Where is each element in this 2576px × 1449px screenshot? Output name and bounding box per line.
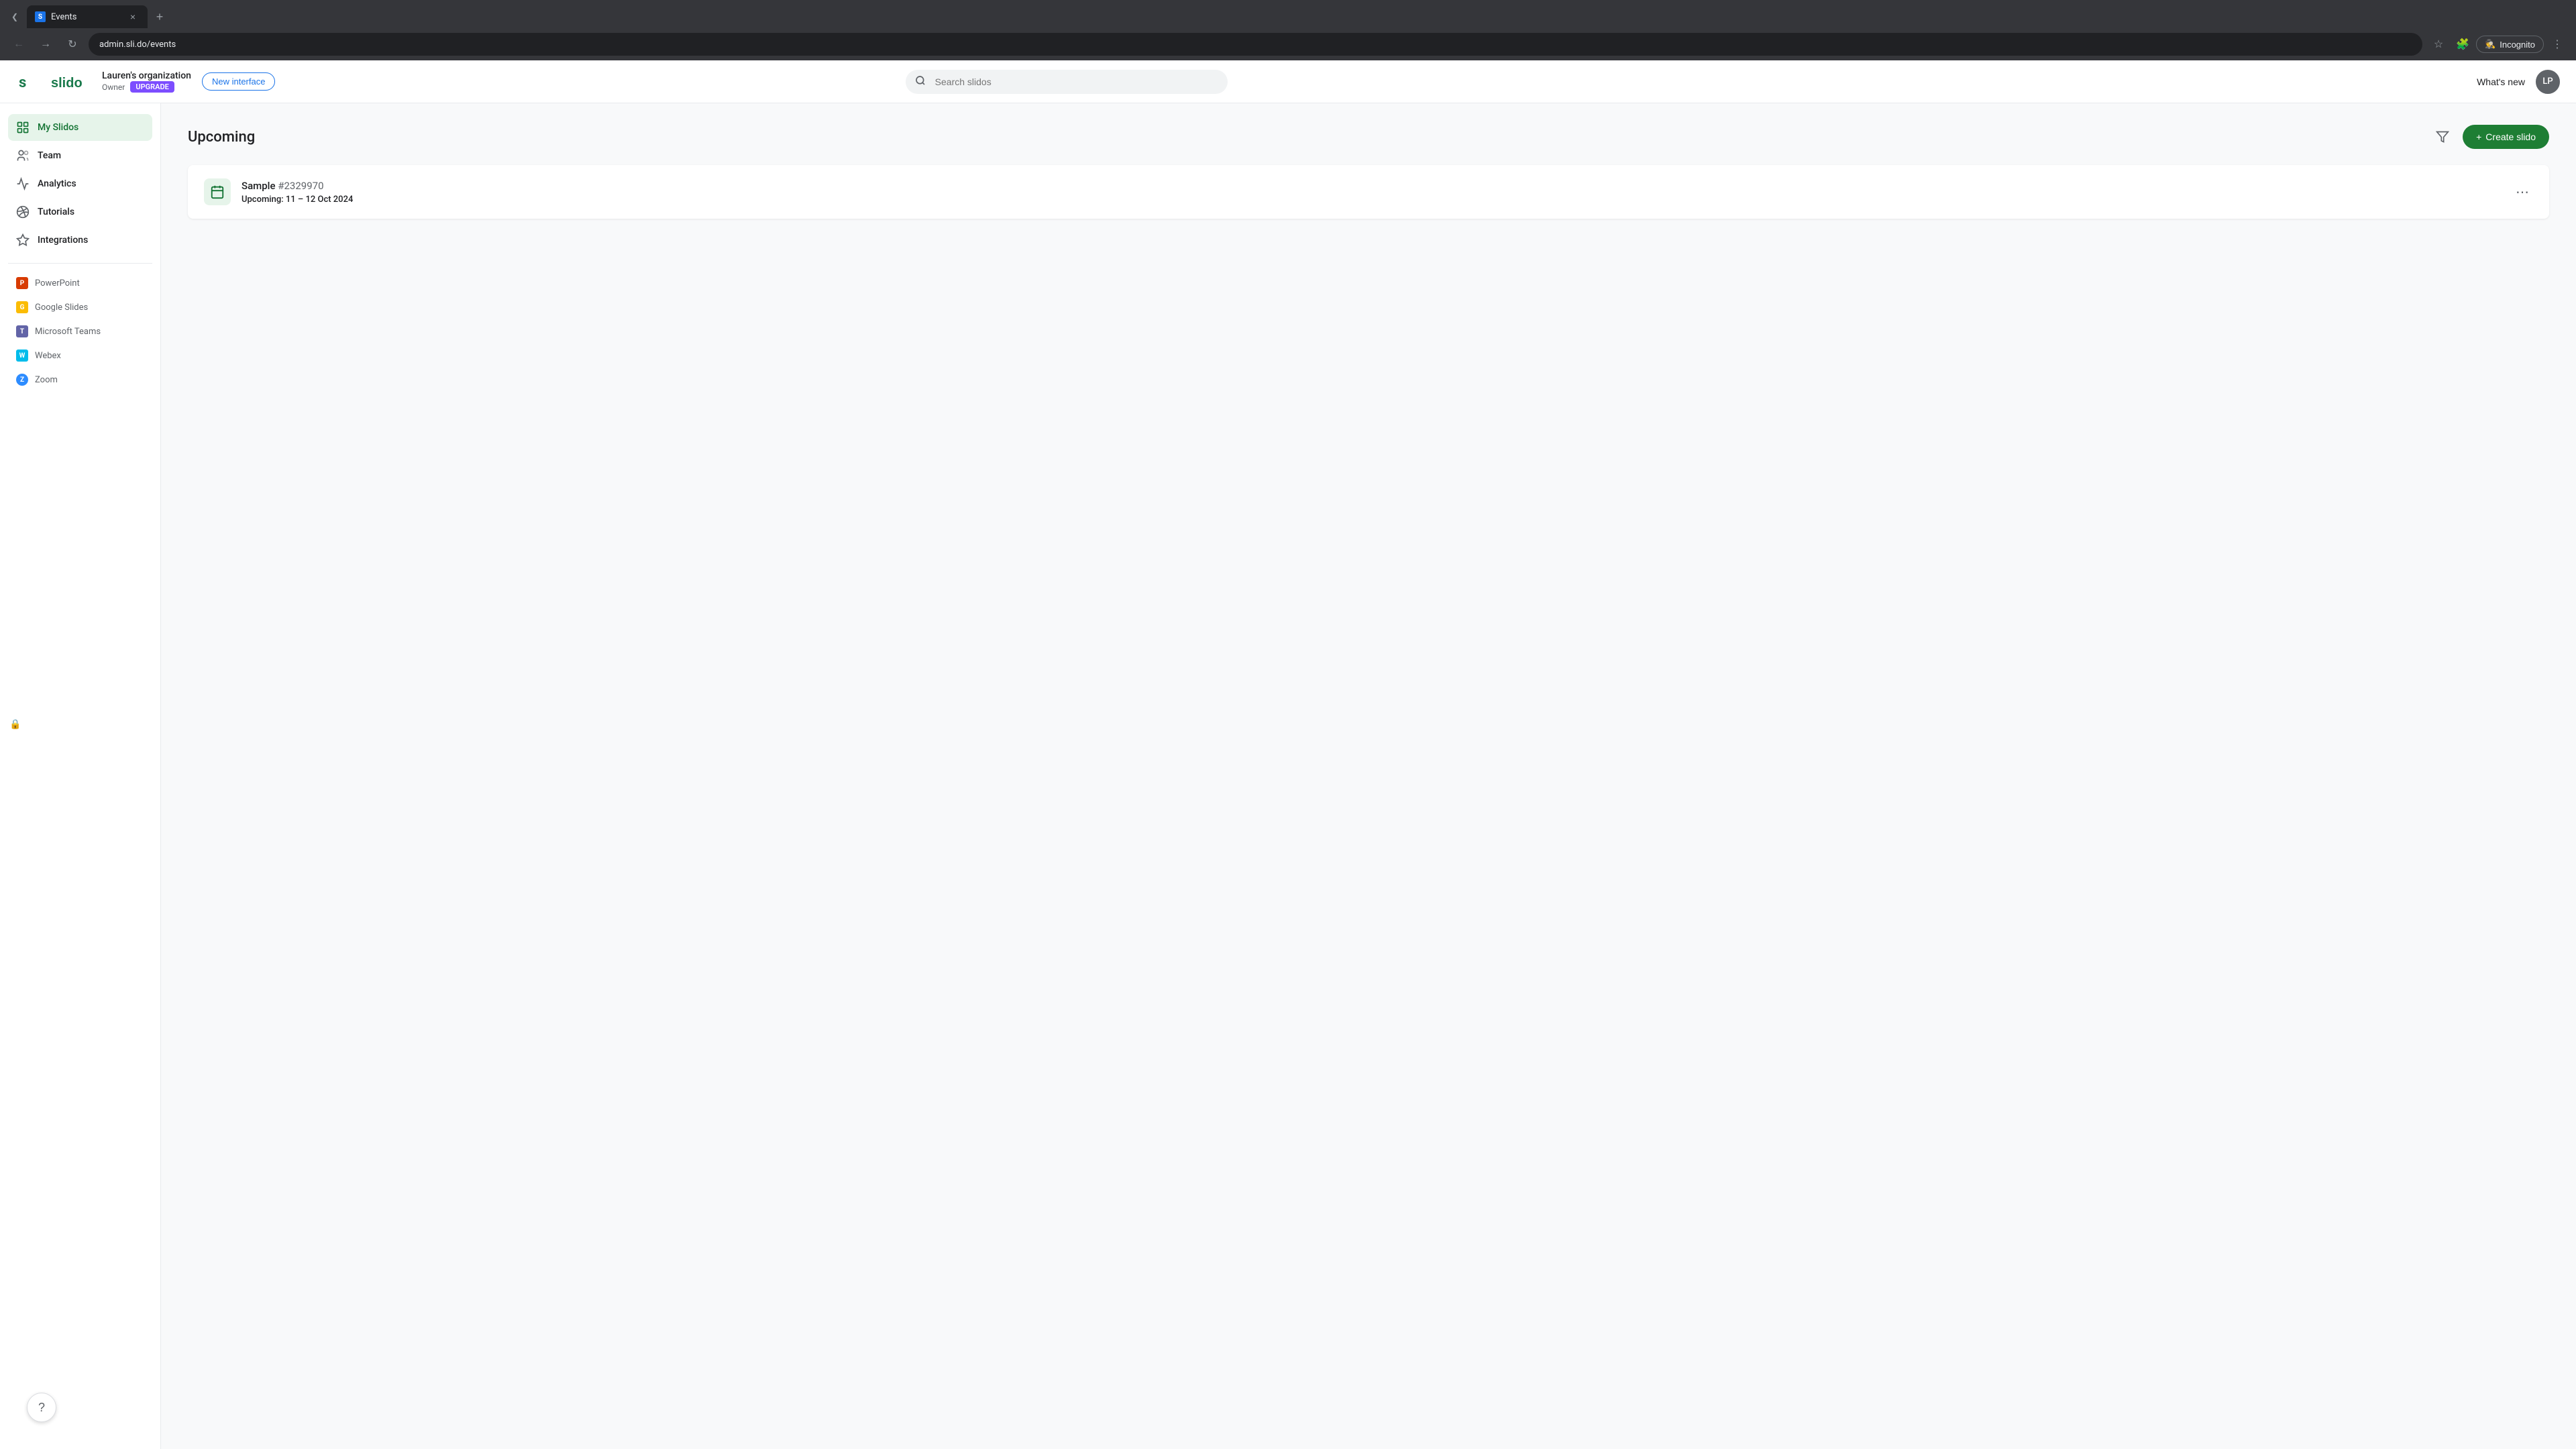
- integration-label: PowerPoint: [35, 278, 80, 288]
- event-more-button[interactable]: ⋯: [2512, 181, 2533, 203]
- sidebar-item-label: Team: [38, 150, 61, 161]
- svg-text:slido: slido: [51, 76, 83, 91]
- sidebar-item-label: Tutorials: [38, 207, 74, 217]
- webex-icon: W: [16, 350, 28, 362]
- reload-button[interactable]: ↻: [62, 34, 83, 55]
- logo[interactable]: s slido: [16, 68, 91, 95]
- search-icon: [915, 75, 926, 89]
- create-slido-button[interactable]: + Create slido: [2463, 125, 2549, 149]
- sidebar-divider: [8, 263, 152, 264]
- org-name: Lauren's organization: [102, 70, 191, 81]
- tab-close-button[interactable]: ×: [126, 10, 140, 23]
- tab-group-button[interactable]: ❮: [5, 7, 24, 26]
- tab-favicon: S: [35, 11, 46, 22]
- sidebar-item-analytics[interactable]: Analytics: [8, 170, 152, 197]
- main-content: Upcoming + Create slido: [161, 103, 2576, 1449]
- grid-icon: [16, 121, 30, 134]
- sidebar-item-my-slidos[interactable]: My Slidos: [8, 114, 152, 141]
- integration-label: Microsoft Teams: [35, 327, 101, 337]
- address-lock-icon: 🔒: [9, 719, 21, 730]
- forward-button[interactable]: →: [35, 34, 56, 55]
- sidebar-item-label: Integrations: [38, 235, 88, 246]
- event-calendar-icon: [204, 178, 231, 205]
- event-date: Upcoming: 11 – 12 Oct 2024: [241, 195, 2501, 205]
- create-slido-label: Create slido: [2485, 131, 2536, 142]
- upgrade-badge[interactable]: UPGRADE: [130, 81, 174, 93]
- plus-icon: +: [2476, 131, 2481, 142]
- search-bar: [906, 70, 1228, 94]
- browser-tab: S Events ×: [27, 5, 148, 28]
- avatar[interactable]: LP: [2536, 70, 2560, 94]
- filter-button[interactable]: [2430, 125, 2455, 149]
- back-button[interactable]: ←: [8, 34, 30, 55]
- integration-item-google-slides[interactable]: G Google Slides: [8, 296, 152, 319]
- sidebar-item-label: Analytics: [38, 178, 76, 189]
- org-info: Lauren's organization Owner UPGRADE: [102, 70, 191, 93]
- tutorials-icon: [16, 205, 30, 219]
- header-actions: + Create slido: [2430, 125, 2549, 149]
- org-role: Owner: [102, 83, 125, 92]
- help-button[interactable]: ?: [27, 1393, 56, 1422]
- integration-label: Zoom: [35, 375, 58, 385]
- integration-item-zoom[interactable]: Z Zoom: [8, 368, 152, 391]
- teams-icon: T: [16, 325, 28, 337]
- sidebar-item-label: My Slidos: [38, 122, 78, 133]
- new-interface-button[interactable]: New interface: [202, 72, 275, 91]
- analytics-icon: [16, 177, 30, 191]
- event-date-prefix: Upcoming:: [241, 195, 284, 205]
- extensions-button[interactable]: 🧩: [2452, 34, 2473, 55]
- sidebar-item-team[interactable]: Team: [8, 142, 152, 169]
- top-navbar: s slido Lauren's organization Owner UPGR…: [0, 60, 2576, 103]
- section-title: Upcoming: [188, 129, 255, 146]
- integration-item-webex[interactable]: W Webex: [8, 344, 152, 367]
- integration-item-powerpoint[interactable]: P PowerPoint: [8, 272, 152, 294]
- svg-text:s: s: [19, 74, 26, 91]
- event-id: #2329970: [278, 180, 323, 192]
- integrations-icon: [16, 233, 30, 247]
- event-date-range: 11 – 12 Oct 2024: [286, 195, 353, 205]
- sidebar-item-tutorials[interactable]: Tutorials: [8, 199, 152, 225]
- sidebar-item-integrations[interactable]: Integrations: [8, 227, 152, 254]
- search-input[interactable]: [906, 70, 1228, 94]
- integration-label: Google Slides: [35, 303, 88, 313]
- address-bar[interactable]: 🔒 admin.sli.do/events: [89, 33, 2422, 56]
- tab-title: Events: [51, 12, 121, 22]
- slido-wordmark: slido: [51, 72, 91, 91]
- event-info: Sample #2329970 Upcoming: 11 – 12 Oct 20…: [241, 180, 2501, 205]
- slido-logo: s: [16, 68, 43, 95]
- incognito-icon: 🕵️: [2485, 39, 2496, 50]
- navbar-right: What's new LP: [2477, 70, 2560, 94]
- integration-item-microsoft-teams[interactable]: T Microsoft Teams: [8, 320, 152, 343]
- zoom-icon: Z: [16, 374, 28, 386]
- whats-new-button[interactable]: What's new: [2477, 76, 2525, 87]
- filter-icon: [2436, 130, 2449, 144]
- address-text: admin.sli.do/events: [99, 40, 176, 50]
- event-title: Sample #2329970: [241, 180, 2501, 192]
- bookmark-button[interactable]: ☆: [2428, 34, 2449, 55]
- event-card: Sample #2329970 Upcoming: 11 – 12 Oct 20…: [188, 165, 2549, 219]
- new-tab-button[interactable]: +: [150, 7, 169, 26]
- powerpoint-icon: P: [16, 277, 28, 289]
- incognito-label: Incognito: [2500, 40, 2535, 50]
- events-list: Sample #2329970 Upcoming: 11 – 12 Oct 20…: [188, 165, 2549, 219]
- sidebar: My Slidos Team: [0, 103, 161, 1449]
- browser-menu-button[interactable]: ⋮: [2546, 34, 2568, 55]
- integration-label: Webex: [35, 351, 61, 361]
- google-slides-icon: G: [16, 301, 28, 313]
- incognito-button[interactable]: 🕵️ Incognito: [2476, 36, 2544, 53]
- event-name: Sample: [241, 180, 276, 192]
- team-icon: [16, 149, 30, 162]
- content-header: Upcoming + Create slido: [188, 125, 2549, 149]
